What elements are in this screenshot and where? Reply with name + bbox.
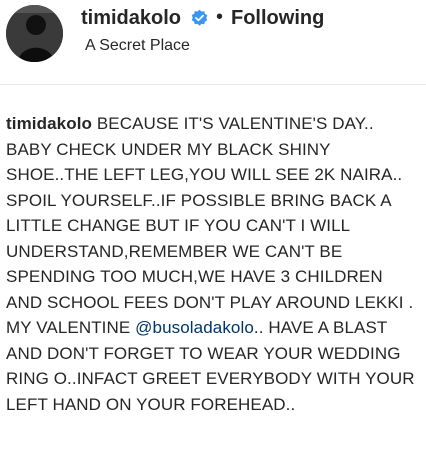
caption-author-link[interactable]: timidakolo <box>6 114 92 133</box>
post-header: timidakolo • Following A Secret Place <box>0 0 426 83</box>
divider <box>0 84 426 85</box>
location-link[interactable]: A Secret Place <box>85 37 190 55</box>
post-caption: timidakolo BECAUSE IT'S VALENTINE'S DAY.… <box>6 111 418 417</box>
username-link[interactable]: timidakolo <box>81 7 181 30</box>
verified-badge-icon <box>190 9 209 28</box>
separator-dot: • <box>216 6 224 28</box>
caption-text: BECAUSE IT'S VALENTINE'S DAY.. BABY CHEC… <box>6 114 414 337</box>
following-button[interactable]: Following <box>231 7 324 30</box>
avatar[interactable] <box>6 5 63 62</box>
mention-link[interactable]: @busoladakolo <box>135 318 254 337</box>
